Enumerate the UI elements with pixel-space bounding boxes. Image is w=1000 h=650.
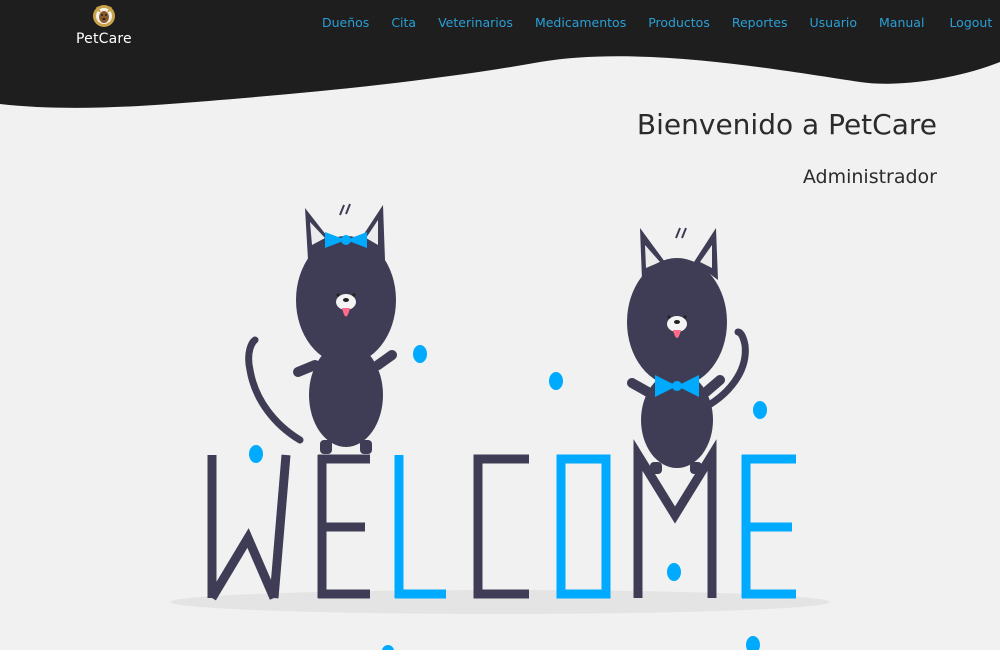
nav-item-reportes[interactable]: Reportes <box>732 15 788 30</box>
right-cat <box>627 227 749 474</box>
nav-item-logout[interactable]: Logout <box>949 15 992 30</box>
nav-item-duenos[interactable]: Dueños <box>322 15 369 30</box>
welcome-cats-illustration <box>170 203 830 650</box>
nav-item-productos[interactable]: Productos <box>648 15 710 30</box>
welcome-letters <box>207 439 796 601</box>
brand-home-link[interactable]: PetCare <box>76 2 132 47</box>
petcare-logo-icon <box>92 5 115 27</box>
nav-item-cita[interactable]: Cita <box>391 15 416 30</box>
left-cat <box>245 203 397 454</box>
main-nav: Dueños Cita Veterinarios Medicamentos Pr… <box>322 15 1000 30</box>
brand-name: PetCare <box>76 31 132 47</box>
nav-item-usuario[interactable]: Usuario <box>809 15 857 30</box>
nav-item-manual[interactable]: Manual <box>879 15 924 30</box>
page-title: Bienvenido a PetCare <box>636 108 937 141</box>
user-role-label: Administrador <box>802 166 937 188</box>
nav-item-veterinarios[interactable]: Veterinarios <box>438 15 513 30</box>
nav-item-medicamentos[interactable]: Medicamentos <box>535 15 626 30</box>
